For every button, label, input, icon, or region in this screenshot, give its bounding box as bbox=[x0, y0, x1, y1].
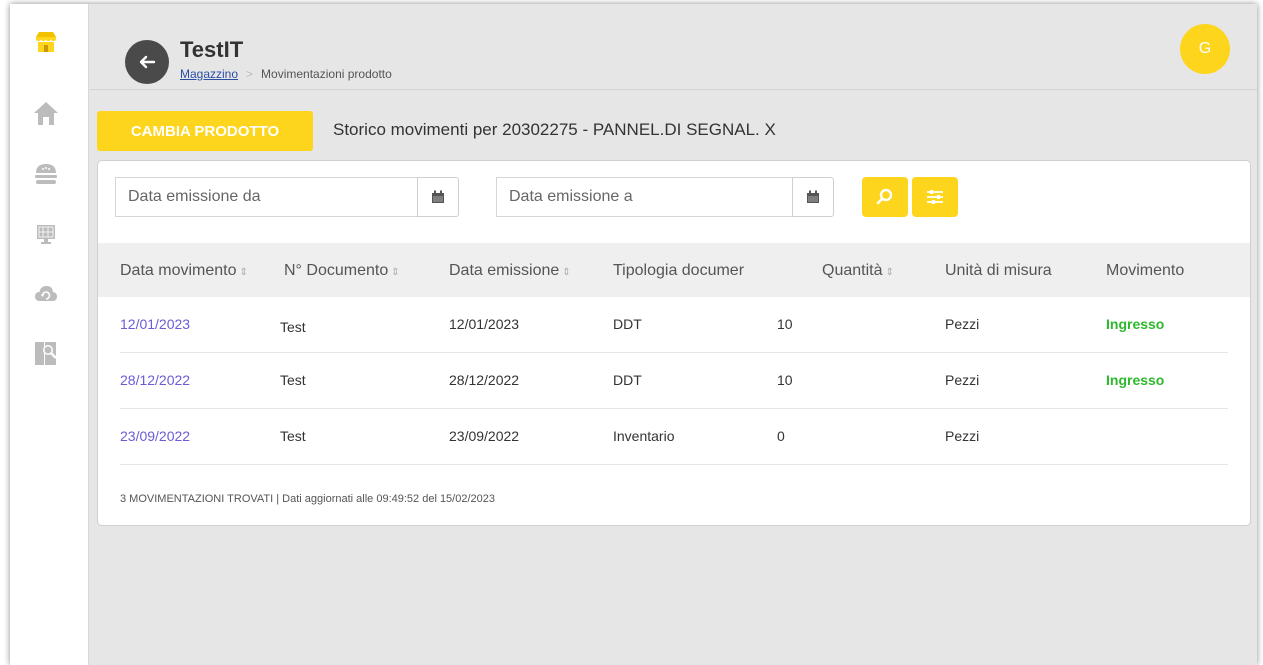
emission-date: 28/12/2022 bbox=[449, 372, 520, 388]
unit-of-measure: Pezzi bbox=[945, 316, 980, 332]
date-to-input[interactable] bbox=[496, 177, 792, 217]
cloud-icon[interactable] bbox=[32, 280, 60, 308]
calendar-button-from[interactable] bbox=[417, 177, 459, 217]
column-header-tipologia-documento[interactable]: Tipologia documer bbox=[613, 262, 756, 280]
document-number: Test bbox=[280, 372, 306, 388]
search-button[interactable] bbox=[862, 177, 908, 217]
movement-date-link[interactable]: 23/09/2022 bbox=[120, 428, 190, 444]
emission-date: 12/01/2023 bbox=[449, 316, 520, 332]
food-icon[interactable] bbox=[32, 160, 60, 188]
home-icon[interactable] bbox=[32, 99, 60, 127]
document-type: Inventario bbox=[613, 428, 675, 444]
shop-icon[interactable] bbox=[32, 28, 60, 56]
sort-icon: ⇕ bbox=[885, 267, 894, 278]
column-header-movimento[interactable]: Movimento bbox=[1106, 262, 1184, 280]
table-row: 23/09/2022 Test 23/09/2022 Inventario 0 … bbox=[120, 409, 1228, 465]
sidebar bbox=[10, 4, 89, 665]
column-header-data-movimento[interactable]: Data movimento ⇕ bbox=[120, 262, 248, 280]
table-row: 28/12/2022 Test 28/12/2022 DDT 10 Pezzi … bbox=[120, 353, 1228, 409]
movement-status: Ingresso bbox=[1106, 372, 1165, 388]
search-icon bbox=[876, 188, 893, 205]
sort-icon: ⇕ bbox=[239, 267, 248, 278]
table-row: 12/01/2023 Test 12/01/2023 DDT 10 Pezzi … bbox=[120, 297, 1228, 353]
sort-icon: ⇕ bbox=[391, 267, 400, 278]
column-header-quantita[interactable]: Quantità ⇕ bbox=[822, 262, 894, 280]
back-button[interactable] bbox=[125, 40, 169, 84]
breadcrumb: Magazzino > Movimentazioni prodotto bbox=[180, 67, 392, 81]
column-header-unita-di-misura[interactable]: Unità di misura bbox=[945, 262, 1052, 280]
document-number: Test bbox=[280, 428, 306, 444]
unit-of-measure: Pezzi bbox=[945, 372, 980, 388]
unit-of-measure: Pezzi bbox=[945, 428, 980, 444]
movement-date-link[interactable]: 12/01/2023 bbox=[120, 316, 190, 332]
arrow-left-icon bbox=[139, 55, 156, 69]
app-window: TestIT Magazzino > Movimentazioni prodot… bbox=[10, 4, 1257, 665]
column-header-n-documento[interactable]: N° Documento ⇕ bbox=[284, 262, 400, 280]
quantity: 10 bbox=[777, 372, 793, 388]
document-number: Test bbox=[280, 319, 306, 335]
search-document-icon[interactable] bbox=[32, 339, 60, 367]
change-product-button[interactable]: CAMBIA PRODOTTO bbox=[97, 111, 313, 151]
date-from-input[interactable] bbox=[115, 177, 417, 217]
sort-icon: ⇕ bbox=[562, 267, 571, 278]
filter-button[interactable] bbox=[912, 177, 958, 217]
movements-card: Data movimento⇕ N° Documento⇕ Data emiss… bbox=[97, 160, 1251, 526]
avatar[interactable]: G bbox=[1180, 24, 1230, 74]
calendar-icon bbox=[807, 190, 819, 203]
table-header: Data movimento ⇕ N° Documento ⇕ Data emiss… bbox=[98, 243, 1250, 297]
date-from-group bbox=[115, 177, 459, 217]
page-heading: Storico movimenti per 20302275 - PANNEL.… bbox=[333, 120, 776, 139]
quantity: 0 bbox=[777, 428, 785, 444]
calendar-button-to[interactable] bbox=[792, 177, 834, 217]
sliders-icon bbox=[927, 190, 943, 204]
document-type: DDT bbox=[613, 372, 642, 388]
emission-date: 23/09/2022 bbox=[449, 428, 520, 444]
quantity: 10 bbox=[777, 316, 793, 332]
results-summary: 3 MOVIMENTAZIONI TROVATI | Dati aggiorna… bbox=[120, 493, 495, 505]
monitor-icon[interactable] bbox=[32, 220, 60, 248]
movement-status: Ingresso bbox=[1106, 316, 1165, 332]
column-header-data-emissione[interactable]: Data emissione ⇕ bbox=[449, 262, 571, 280]
movement-date-link[interactable]: 28/12/2022 bbox=[120, 372, 190, 388]
breadcrumb-link-magazzino[interactable]: Magazzino bbox=[180, 67, 238, 81]
breadcrumb-current: Movimentazioni prodotto bbox=[261, 67, 392, 81]
chevron-right-icon: > bbox=[246, 67, 254, 81]
app-title: TestIT bbox=[180, 37, 244, 62]
calendar-icon bbox=[432, 190, 444, 203]
document-type: DDT bbox=[613, 316, 642, 332]
date-to-group bbox=[496, 177, 834, 217]
header: TestIT Magazzino > Movimentazioni prodot… bbox=[90, 4, 1257, 90]
